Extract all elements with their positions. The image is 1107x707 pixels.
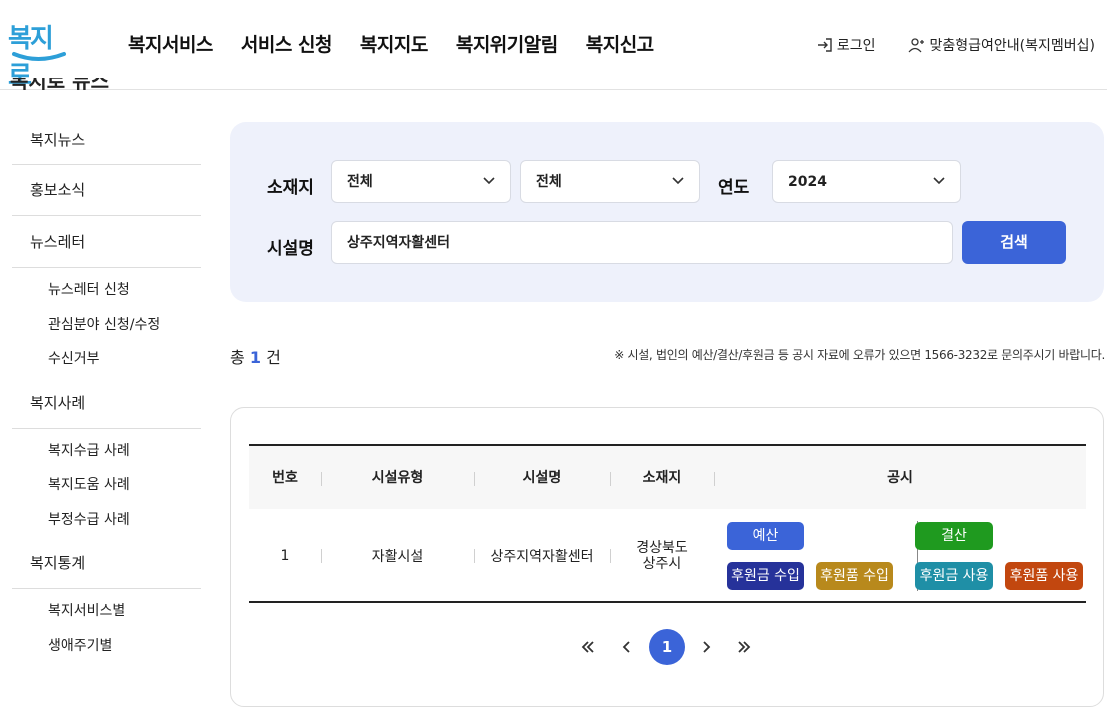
double-chevron-left-icon: [581, 641, 594, 653]
sidebar-item-interest-edit[interactable]: 관심분야 신청/수정: [12, 308, 201, 343]
location-select-1[interactable]: 전체: [331, 160, 511, 203]
sidebar-item-welfare-stats[interactable]: 복지통계: [12, 537, 201, 589]
col-facility-type: 시설유형: [371, 470, 424, 486]
cell-facility-name: 상주지역자활센터: [490, 549, 594, 565]
total-prefix: 총: [230, 348, 245, 367]
col-number: 번호: [272, 470, 298, 486]
chevron-down-icon: [933, 177, 945, 185]
budget-button[interactable]: 예산: [727, 522, 804, 550]
total-suffix: 건: [266, 348, 281, 367]
donation-income-button[interactable]: 후원금 수입: [727, 562, 804, 590]
page-1-button[interactable]: 1: [649, 629, 685, 665]
sidebar-item-newsletter[interactable]: 뉴스레터: [12, 216, 201, 268]
total-count: 총 1 건: [230, 344, 281, 368]
chevron-left-icon: [622, 641, 630, 653]
first-page-button[interactable]: [570, 629, 606, 665]
cell-facility-type: 자활시설: [371, 549, 424, 565]
cell-number: 1: [280, 548, 290, 564]
sidebar-item-welfare-cases[interactable]: 복지사례: [12, 377, 201, 429]
result-table: 번호 시설유형 시설명 소재지 공시 1 자활시설 상주지역자활센터 경상북도 …: [249, 444, 1086, 603]
location-select-2-value: 전체: [536, 174, 562, 190]
goods-income-button[interactable]: 후원품 수입: [816, 562, 893, 590]
sidebar: 복지뉴스 홍보소식 뉴스레터 뉴스레터 신청 관심분야 신청/수정 수신거부 복…: [12, 115, 201, 663]
chevron-down-icon: [483, 177, 495, 185]
sidebar-item-fraud-cases[interactable]: 부정수급 사례: [12, 503, 201, 538]
sidebar-item-newsletter-apply[interactable]: 뉴스레터 신청: [12, 273, 201, 308]
double-chevron-right-icon: [738, 641, 751, 653]
sidebar-section-title: 복지로 뉴스: [10, 78, 109, 90]
year-label: 연도: [718, 178, 750, 198]
donation-use-button[interactable]: 후원금 사용: [915, 562, 993, 590]
custom-guide-label: 맞춤형급여안내(복지멤버십): [929, 38, 1095, 54]
search-panel: 소재지 전체 전체 연도 2024 시설명 상주지역자활센터 검색: [230, 122, 1104, 302]
total-count-value: 1: [249, 348, 261, 367]
custom-guide-link[interactable]: 맞춤형급여안내(복지멤버십): [908, 35, 1095, 55]
col-location: 소재지: [642, 470, 682, 486]
location-label: 소재지: [267, 178, 314, 198]
location-select-2[interactable]: 전체: [520, 160, 700, 203]
main-nav: 복지서비스 서비스 신청 복지지도 복지위기알림 복지신고: [128, 30, 682, 57]
login-link[interactable]: 로그인: [817, 35, 876, 55]
prev-page-button[interactable]: [609, 629, 645, 665]
nav-service-apply[interactable]: 서비스 신청: [241, 30, 333, 57]
nav-welfare-report[interactable]: 복지신고: [586, 30, 654, 57]
chevron-right-icon: [703, 641, 711, 653]
year-select-value: 2024: [788, 174, 827, 190]
chevron-down-icon: [672, 177, 684, 185]
col-facility-name: 시설명: [522, 470, 562, 486]
sidebar-item-benefit-cases[interactable]: 복지수급 사례: [12, 434, 201, 469]
sidebar-item-unsubscribe[interactable]: 수신거부: [12, 342, 201, 377]
facility-name-input[interactable]: 상주지역자활센터: [331, 221, 953, 264]
site-header: 복지로 복지서비스 서비스 신청 복지지도 복지위기알림 복지신고 로그인 맞춤…: [0, 0, 1107, 91]
cell-location: 경상북도 상주시: [636, 540, 688, 572]
nav-welfare-crisis-alert[interactable]: 복지위기알림: [456, 30, 558, 57]
table-row: 1 자활시설 상주지역자활센터 경상북도 상주시 예산 후원금 수입 후원품 수…: [249, 509, 1086, 603]
sidebar-item-help-cases[interactable]: 복지도움 사례: [12, 468, 201, 503]
nav-welfare-service[interactable]: 복지서비스: [128, 30, 213, 57]
year-select[interactable]: 2024: [772, 160, 961, 203]
notice-text: ※ 시설, 법인의 예산/결산/후원금 등 공시 자료에 오류가 있으면 156…: [614, 348, 1105, 362]
nav-welfare-map[interactable]: 복지지도: [360, 30, 428, 57]
login-icon: [817, 38, 832, 52]
login-label: 로그인: [836, 38, 876, 54]
next-page-button[interactable]: [688, 629, 724, 665]
table-header: 번호 시설유형 시설명 소재지 공시: [249, 444, 1086, 509]
goods-use-button[interactable]: 후원품 사용: [1005, 562, 1083, 590]
pagination: 1: [230, 629, 1104, 665]
settlement-button[interactable]: 결산: [915, 522, 993, 550]
user-plus-icon: [908, 38, 924, 53]
sidebar-item-promotion[interactable]: 홍보소식: [12, 165, 201, 216]
header-utility: 로그인 맞춤형급여안내(복지멤버십): [785, 35, 1095, 55]
site-logo[interactable]: 복지로: [8, 18, 68, 91]
facility-label: 시설명: [267, 239, 314, 259]
sidebar-item-by-lifecycle[interactable]: 생애주기별: [12, 629, 201, 664]
sidebar-item-welfare-news[interactable]: 복지뉴스: [12, 115, 201, 165]
sidebar-item-by-service[interactable]: 복지서비스별: [12, 594, 201, 629]
search-button[interactable]: 검색: [962, 221, 1066, 264]
last-page-button[interactable]: [726, 629, 762, 665]
location-select-1-value: 전체: [347, 174, 373, 190]
col-disclosure: 공시: [887, 470, 913, 486]
